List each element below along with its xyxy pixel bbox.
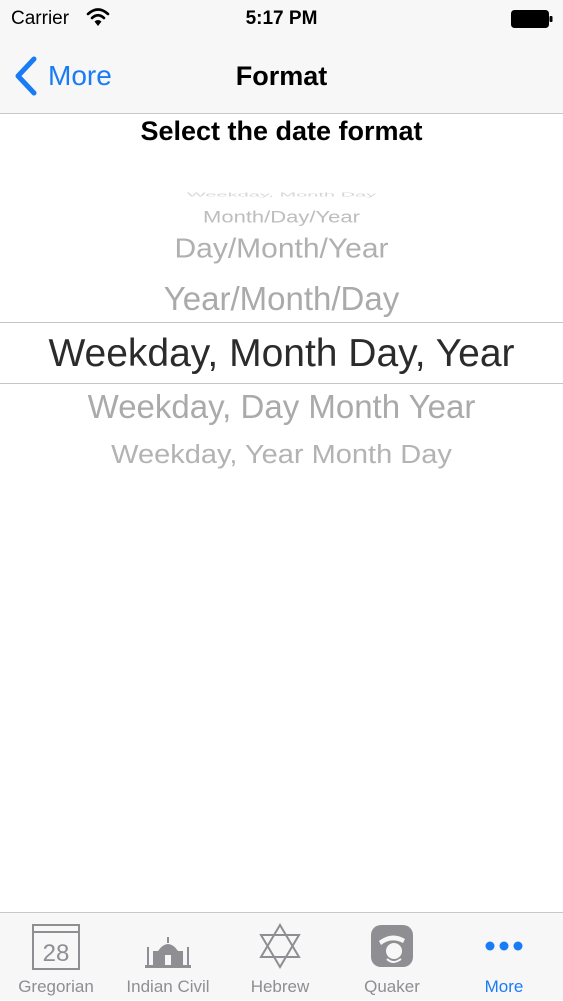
- tab-more[interactable]: More: [448, 913, 560, 1001]
- picker-selection-top-line: [0, 322, 563, 323]
- tab-bar: 28 Gregorian Indian Civil Hebrew Quaker …: [0, 912, 563, 1000]
- taj-mahal-icon: [145, 937, 191, 968]
- picker-selection-bottom-line: [0, 383, 563, 384]
- more-dots-icon: [485, 941, 523, 951]
- date-format-picker[interactable]: Weekday, Month Day Month/Day/Year Day/Mo…: [0, 188, 563, 488]
- tab-label: Indian Civil: [126, 977, 210, 996]
- star-of-david-icon: [259, 923, 301, 969]
- calendar-icon: 28: [32, 924, 80, 970]
- section-heading: Select the date format: [140, 116, 423, 146]
- quaker-icon: [371, 925, 413, 967]
- tab-label: More: [484, 977, 524, 996]
- tab-hebrew[interactable]: Hebrew: [224, 913, 336, 1001]
- tab-indian-civil[interactable]: Indian Civil: [112, 913, 224, 1001]
- chevron-left-icon: [15, 56, 37, 96]
- tab-label: Quaker: [364, 977, 420, 996]
- tab-quaker[interactable]: Quaker: [336, 913, 448, 1001]
- status-time: 5:17 PM: [245, 8, 318, 29]
- picker-option[interactable]: Weekday, Month Day: [0, 192, 563, 198]
- picker-option-selected[interactable]: Weekday, Month Day, Year: [0, 332, 563, 376]
- picker-option[interactable]: Weekday, Day Month Year: [0, 388, 563, 426]
- tab-label: Hebrew: [250, 977, 310, 996]
- calendar-icon-day: 28: [43, 940, 70, 967]
- tab-label: Gregorian: [18, 977, 94, 996]
- picker-option[interactable]: Year/Month/Day: [0, 280, 563, 318]
- battery-icon: [511, 10, 553, 28]
- picker-option[interactable]: Month/Day/Year: [0, 207, 563, 227]
- picker-option[interactable]: Weekday, Year Month Day: [0, 441, 563, 471]
- back-button-label: More: [48, 60, 112, 91]
- tab-gregorian[interactable]: 28 Gregorian: [0, 913, 112, 1001]
- picker-option[interactable]: Day/Month/Year: [0, 233, 563, 264]
- back-button[interactable]: More: [14, 54, 112, 98]
- navigation-bar: More Format: [0, 38, 563, 114]
- status-bar: Carrier 5:17 PM: [0, 0, 563, 38]
